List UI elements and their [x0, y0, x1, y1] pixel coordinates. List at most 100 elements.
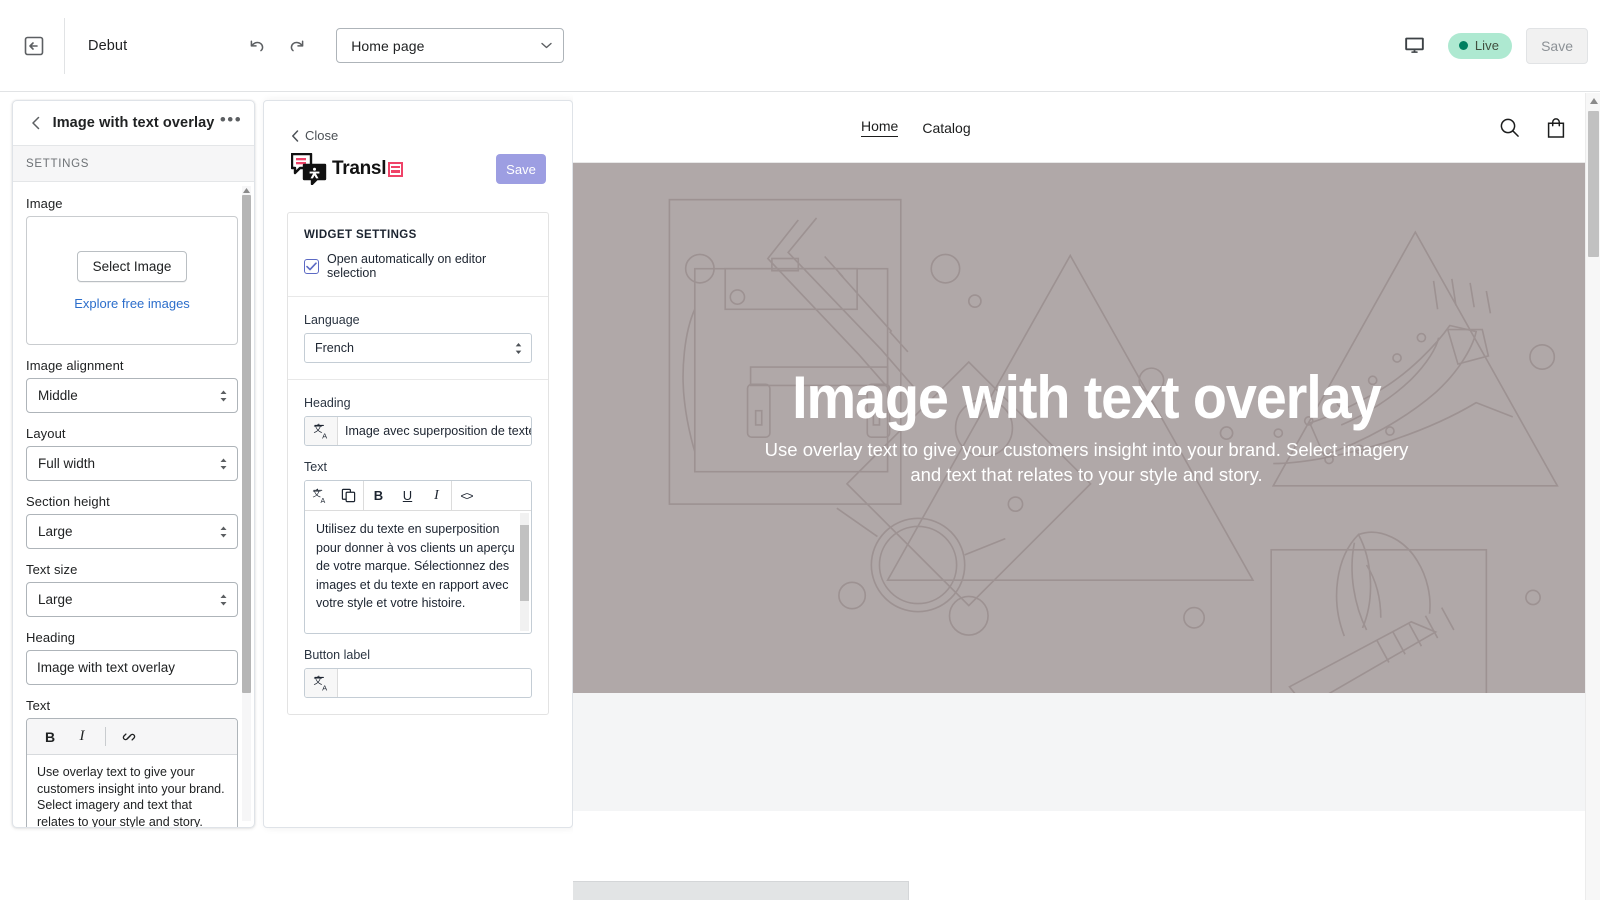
- field-section-height: Section height Large: [26, 494, 238, 549]
- underline-button[interactable]: U: [393, 481, 422, 510]
- settings-section-header: SETTINGS: [13, 146, 254, 182]
- search-button[interactable]: [1499, 117, 1520, 138]
- exit-editor-button[interactable]: [16, 28, 52, 64]
- page-selector[interactable]: Home page: [336, 28, 564, 63]
- field-image-alignment: Image alignment Middle: [26, 358, 238, 413]
- field-text: Text B I Use overlay text to giv: [26, 698, 238, 827]
- redo-button[interactable]: [282, 31, 312, 61]
- footer-block-placeholder: [573, 881, 909, 900]
- live-status-dot: [1459, 41, 1468, 50]
- storefront-preview: Home Catalog: [573, 93, 1600, 900]
- text-size-value: Large: [38, 592, 219, 607]
- translate-button[interactable]: 文 A: [305, 481, 334, 510]
- text-size-select[interactable]: Large: [26, 582, 238, 617]
- copy-icon: [341, 488, 356, 503]
- app-logo-eight-glyph: [388, 162, 403, 177]
- open-automatically-checkbox-row[interactable]: Open automatically on editor selection: [304, 252, 532, 280]
- storefront-header-icons: [1499, 117, 1566, 139]
- toolbar-group-tools: 文 A: [305, 481, 364, 510]
- image-alignment-select[interactable]: Middle: [26, 378, 238, 413]
- settings-label: SETTINGS: [26, 158, 89, 170]
- nav-link-catalog[interactable]: Catalog: [922, 120, 970, 136]
- richtext-toolbar: B I: [27, 719, 237, 755]
- svg-text:A: A: [322, 683, 328, 691]
- toolbar-group-code: <>: [452, 481, 481, 510]
- desktop-monitor-icon: [1404, 36, 1425, 55]
- close-panel-label: Close: [305, 128, 338, 143]
- button-label-label: Button label: [304, 648, 532, 662]
- heading-label: Heading: [304, 396, 532, 410]
- text-editor-scrollbar-thumb[interactable]: [520, 525, 529, 601]
- editor-topbar: Debut Home page: [0, 0, 1600, 92]
- heading-input[interactable]: Image with text overlay: [26, 650, 238, 685]
- sidebar-back-button[interactable]: [23, 110, 49, 136]
- copy-button[interactable]: [334, 481, 363, 510]
- select-image-button[interactable]: Select Image: [77, 251, 188, 282]
- sidebar-header: Image with text overlay •••: [13, 101, 254, 146]
- section-height-label: Section height: [26, 494, 238, 509]
- text-editor-body[interactable]: Utilisez du texte en superposition pour …: [305, 511, 531, 633]
- sidebar-scrollbar[interactable]: [242, 186, 251, 821]
- topbar-right-controls: Live Save: [1396, 28, 1600, 64]
- sidebar-scroll-up-arrow[interactable]: [242, 186, 251, 195]
- app-save-button[interactable]: Save: [496, 154, 546, 184]
- code-view-button[interactable]: <>: [452, 481, 481, 510]
- live-status-label: Live: [1475, 38, 1499, 53]
- nav-link-home[interactable]: Home: [861, 118, 898, 137]
- toolbar-group-format: B U I: [364, 481, 452, 510]
- section-height-value: Large: [38, 524, 219, 539]
- sidebar-more-actions-button[interactable]: •••: [218, 110, 244, 136]
- preview-scrollbar[interactable]: [1585, 93, 1600, 900]
- select-stepper-icon: [514, 342, 523, 355]
- svg-text:A: A: [322, 431, 328, 439]
- status-badge: Live: [1448, 33, 1512, 59]
- close-panel-button[interactable]: Close: [291, 128, 338, 143]
- toolbar-divider: [105, 727, 106, 746]
- section-height-select[interactable]: Large: [26, 514, 238, 549]
- explore-free-images-link[interactable]: Explore free images: [74, 296, 190, 311]
- bold-button[interactable]: B: [364, 481, 393, 510]
- field-layout: Layout Full width: [26, 426, 238, 481]
- chevron-down-icon: [541, 42, 552, 49]
- text-label: Text: [26, 698, 238, 713]
- italic-button[interactable]: I: [67, 723, 97, 751]
- heading-translate-button[interactable]: 文 A: [305, 417, 338, 445]
- heading-label: Heading: [26, 630, 238, 645]
- text-editor-scrollbar[interactable]: [520, 513, 529, 631]
- next-section-placeholder: [573, 693, 1600, 811]
- sidebar-scroll-area: Image Select Image Explore free images I…: [13, 182, 254, 827]
- text-size-label: Text size: [26, 562, 238, 577]
- language-select[interactable]: French: [304, 333, 532, 363]
- image-label: Image: [26, 196, 238, 211]
- transl8-speech-bubble-logo: [291, 153, 327, 185]
- transl8-app-panel: Close Transl Save: [263, 100, 573, 828]
- open-automatically-checkbox[interactable]: [304, 259, 319, 274]
- undo-button[interactable]: [242, 31, 272, 61]
- history-controls: [242, 31, 312, 61]
- preview-scroll-up-arrow[interactable]: [1586, 93, 1600, 109]
- layout-select[interactable]: Full width: [26, 446, 238, 481]
- save-button[interactable]: Save: [1526, 28, 1588, 64]
- text-field-group: Text 文 A: [304, 460, 532, 634]
- text-editor-body[interactable]: Use overlay text to give your customers …: [27, 755, 237, 827]
- translate-icon: 文 A: [313, 423, 330, 440]
- checkmark-icon: [306, 262, 317, 271]
- hero-paragraph: Use overlay text to give your customers …: [759, 438, 1414, 488]
- button-label-input-value[interactable]: [338, 669, 531, 697]
- cart-button[interactable]: [1546, 117, 1566, 139]
- link-button[interactable]: [114, 723, 144, 751]
- image-dropzone[interactable]: Select Image Explore free images: [26, 216, 238, 345]
- button-label-translate-button[interactable]: 文 A: [305, 669, 338, 697]
- svg-text:文: 文: [313, 423, 322, 434]
- image-alignment-value: Middle: [38, 388, 219, 403]
- preview-scrollbar-thumb[interactable]: [1588, 111, 1599, 257]
- svg-text:文: 文: [313, 675, 322, 686]
- text-richtext-editor: B I Use overlay text to give your custom…: [26, 718, 238, 827]
- heading-input-value[interactable]: Image avec superposition de texte: [338, 417, 531, 445]
- app-logo: Transl: [291, 153, 403, 185]
- heading-translate-input: 文 A Image avec superposition de texte: [304, 416, 532, 446]
- italic-button[interactable]: I: [422, 481, 451, 510]
- device-preview-button[interactable]: [1396, 29, 1434, 63]
- sidebar-scrollbar-thumb[interactable]: [242, 195, 251, 693]
- bold-button[interactable]: B: [35, 723, 65, 751]
